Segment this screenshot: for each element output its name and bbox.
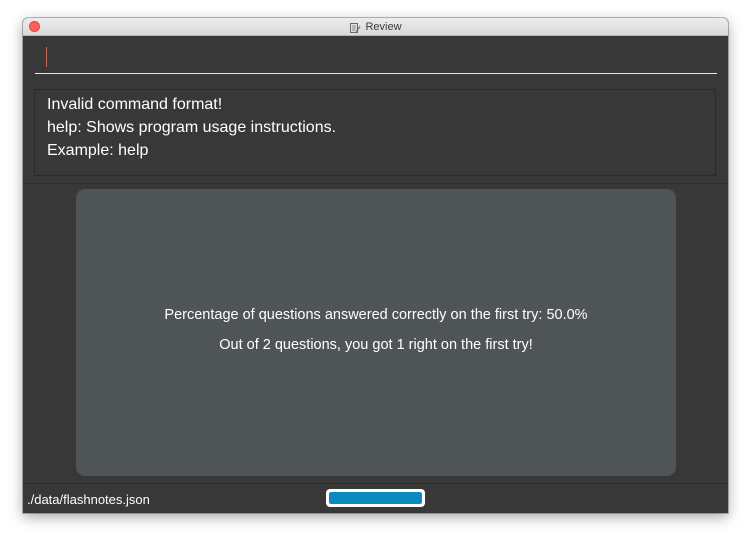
window-title: Review xyxy=(365,20,402,33)
review-stats-card: Percentage of questions answered correct… xyxy=(76,189,676,476)
command-box-area xyxy=(23,36,728,82)
command-input[interactable] xyxy=(35,44,717,74)
save-location-path: ./data/flashnotes.json xyxy=(27,492,150,507)
review-progress-bar xyxy=(326,489,425,507)
status-bar: ./data/flashnotes.json xyxy=(23,483,728,513)
text-caret xyxy=(46,47,47,67)
app-window: Review Invalid command format! help: Sho… xyxy=(23,18,728,513)
review-panel: Percentage of questions answered correct… xyxy=(23,184,728,482)
document-edit-icon xyxy=(349,21,361,33)
title-bar: Review xyxy=(23,18,728,36)
result-line-3: Example: help xyxy=(47,142,149,159)
percentage-correct-text: Percentage of questions answered correct… xyxy=(164,307,588,323)
result-line-2: help: Shows program usage instructions. xyxy=(47,119,337,136)
progress-track xyxy=(329,492,422,504)
result-line-1: Invalid command format! xyxy=(47,96,223,113)
progress-fill xyxy=(329,492,422,504)
result-display: Invalid command format! help: Shows prog… xyxy=(34,89,716,176)
window-title-group: Review xyxy=(23,18,728,35)
summary-text: Out of 2 questions, you got 1 right on t… xyxy=(219,337,533,353)
